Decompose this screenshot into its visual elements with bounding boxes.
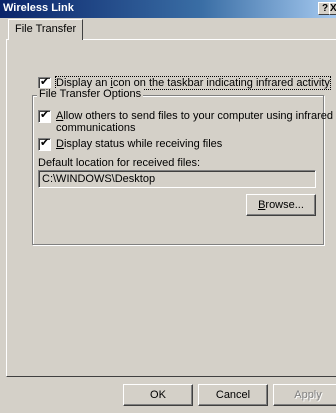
display-status-option[interactable]: ✔ Display status while receiving files	[38, 137, 223, 151]
tab-label: File Transfer	[15, 23, 77, 35]
location-label: Default location for received files:	[38, 157, 201, 169]
tab-file-transfer[interactable]: File Transfer	[8, 19, 83, 40]
close-button[interactable]: X	[329, 2, 336, 15]
apply-button[interactable]: Apply	[273, 384, 336, 406]
allow-send-label: Allow others to send files to your compu…	[56, 110, 333, 134]
location-field[interactable]: C:\WINDOWS\Desktop	[38, 170, 316, 188]
ok-button[interactable]: OK	[123, 384, 193, 406]
allow-send-option[interactable]: ✔ Allow others to send files to your com…	[38, 109, 333, 134]
window-title: Wireless Link	[3, 2, 74, 14]
allow-send-checkbox[interactable]: ✔	[38, 109, 51, 123]
group-title: File Transfer Options	[37, 88, 144, 100]
checkmark-icon: ✔	[40, 109, 50, 121]
display-status-checkbox[interactable]: ✔	[38, 137, 51, 151]
title-bar: Wireless Link ? X	[0, 0, 336, 18]
cancel-button[interactable]: Cancel	[198, 384, 268, 406]
browse-button[interactable]: Browse...	[246, 194, 316, 216]
display-status-label: Display status while receiving files	[56, 138, 223, 150]
checkmark-icon: ✔	[40, 137, 50, 149]
